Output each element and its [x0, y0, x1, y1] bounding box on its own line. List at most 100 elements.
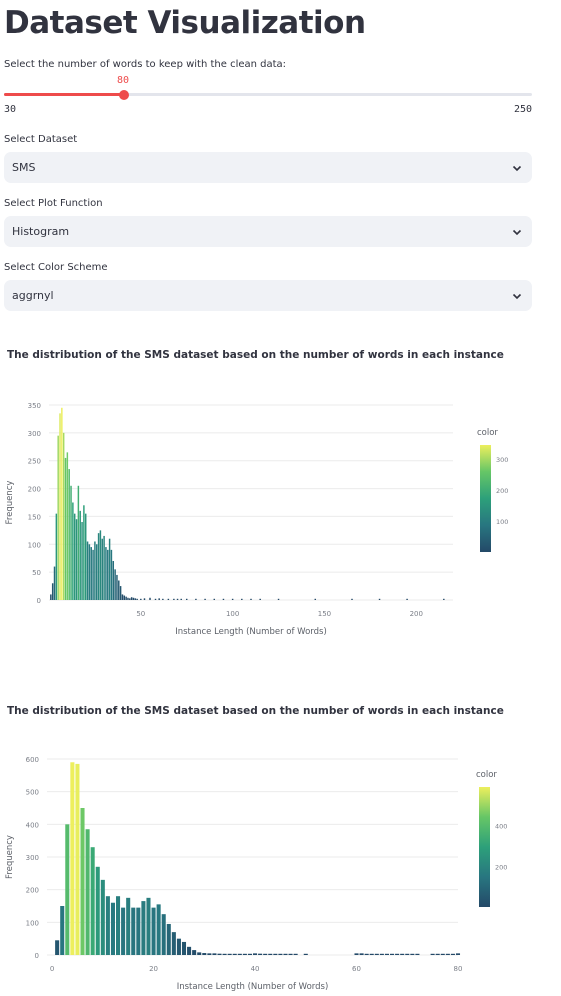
histogram-bar [114, 569, 116, 600]
histogram-bar [151, 907, 156, 955]
histogram-bar [374, 953, 379, 955]
histogram-bar [213, 598, 216, 600]
color-scheme-select[interactable]: aggrnyl [4, 280, 532, 311]
histogram-bar [121, 594, 124, 600]
histogram-bar [180, 598, 182, 600]
histogram-bar [395, 953, 400, 955]
histogram-bar [410, 953, 415, 955]
histogram-bar [197, 952, 202, 955]
histogram-bar [450, 953, 455, 955]
histogram-bar [118, 580, 120, 600]
histogram-bar [445, 953, 450, 955]
histogram-bar [110, 902, 115, 955]
slider-min-label: 30 [4, 104, 17, 115]
histogram-bar [167, 598, 170, 600]
histogram-bar [455, 953, 461, 955]
x-tick-label: 80 [454, 965, 463, 973]
histogram-bar [75, 519, 78, 600]
histogram-bar [119, 586, 122, 600]
histogram-bar [181, 941, 187, 955]
histogram-bar [400, 953, 405, 955]
histogram-bar [140, 598, 142, 600]
histogram-bar [95, 866, 100, 955]
histogram-bar [83, 505, 85, 600]
slider-max-label: 250 [513, 104, 532, 115]
plot-function-select-label: Select Plot Function [4, 198, 103, 209]
histogram-bar [217, 953, 222, 955]
histogram-bar [146, 897, 151, 955]
colorbar [479, 787, 490, 907]
chart1-title: The distribution of the SMS dataset base… [7, 349, 504, 361]
histogram-bar [222, 598, 225, 600]
histogram-bar [156, 904, 161, 955]
histogram-bar [253, 953, 258, 955]
y-tick-label: 0 [35, 952, 39, 960]
plot-function-select-value: Histogram [12, 225, 70, 238]
histogram-bar [415, 953, 420, 955]
histogram-bar [108, 538, 111, 600]
slider-label: Select the number of words to keep with … [4, 59, 287, 70]
histogram-bar [176, 938, 181, 955]
dataset-select-value: SMS [12, 161, 36, 174]
histogram-bar [283, 953, 288, 955]
histogram-bar [259, 598, 261, 600]
histogram-bar [94, 541, 96, 600]
x-tick-label: 100 [226, 610, 239, 618]
y-tick-label: 50 [32, 569, 41, 577]
histogram-bar [51, 583, 54, 600]
histogram-bar [53, 566, 56, 600]
histogram-bar [250, 598, 252, 600]
histogram-bar [75, 763, 80, 955]
histogram-bar [100, 879, 105, 955]
histogram-bar [207, 953, 212, 955]
dataset-select[interactable]: SMS [4, 152, 532, 183]
histogram-bar [59, 413, 61, 600]
histogram-bar [384, 953, 389, 955]
histogram-bar [116, 574, 118, 600]
histogram-bar [127, 597, 129, 600]
histogram-chart-1[interactable]: 0 50 100 150 200 250 300 350 50 100 150 200 Instance… [0, 395, 561, 645]
histogram-bar [369, 953, 374, 955]
histogram-bar [293, 953, 298, 955]
histogram-bar [129, 598, 131, 600]
histogram-bar [125, 596, 127, 600]
slider-thumb[interactable] [119, 89, 129, 100]
legend-tick-label: 200 [496, 487, 508, 495]
histogram-bar [440, 953, 445, 955]
histogram-bar [435, 953, 440, 955]
histogram-bar [141, 901, 146, 955]
histogram-bar [79, 510, 81, 600]
y-tick-label: 600 [26, 756, 39, 764]
histogram-bar [227, 953, 232, 955]
colorbar [480, 445, 491, 552]
histogram-bar [379, 953, 384, 955]
y-tick-label: 200 [26, 887, 39, 895]
histogram-bar [107, 549, 109, 600]
histogram-bar [132, 597, 135, 600]
histogram-chart-2[interactable]: 0 100 200 300 400 500 600 0 20 40 60 80 Instance Len… [0, 750, 561, 996]
histogram-bar [72, 502, 74, 600]
histogram-bar [96, 544, 98, 600]
plot-function-select[interactable]: Histogram [4, 216, 532, 247]
histogram-bar [103, 535, 105, 600]
legend-tick-label: 300 [496, 456, 508, 464]
histogram-bar [242, 953, 247, 955]
histogram-bar [378, 598, 381, 600]
histogram-bar [136, 598, 138, 600]
histogram-bar [92, 549, 94, 600]
x-tick-label: 50 [136, 610, 145, 618]
chevron-down-icon [512, 165, 522, 172]
page-title: Dataset Visualization [4, 5, 366, 41]
histogram-bar [116, 896, 121, 955]
histogram-bar [192, 950, 197, 955]
chevron-down-icon [512, 293, 522, 300]
histogram-bar [241, 598, 243, 600]
legend-title: color [477, 428, 498, 438]
histogram-bar [88, 544, 91, 600]
x-tick-label: 0 [50, 965, 54, 973]
histogram-bar [110, 549, 113, 600]
chart2-title: The distribution of the SMS dataset base… [7, 705, 504, 717]
histogram-bar [80, 808, 85, 955]
y-axis-label: Frequency [5, 481, 15, 525]
chevron-down-icon [512, 229, 522, 236]
